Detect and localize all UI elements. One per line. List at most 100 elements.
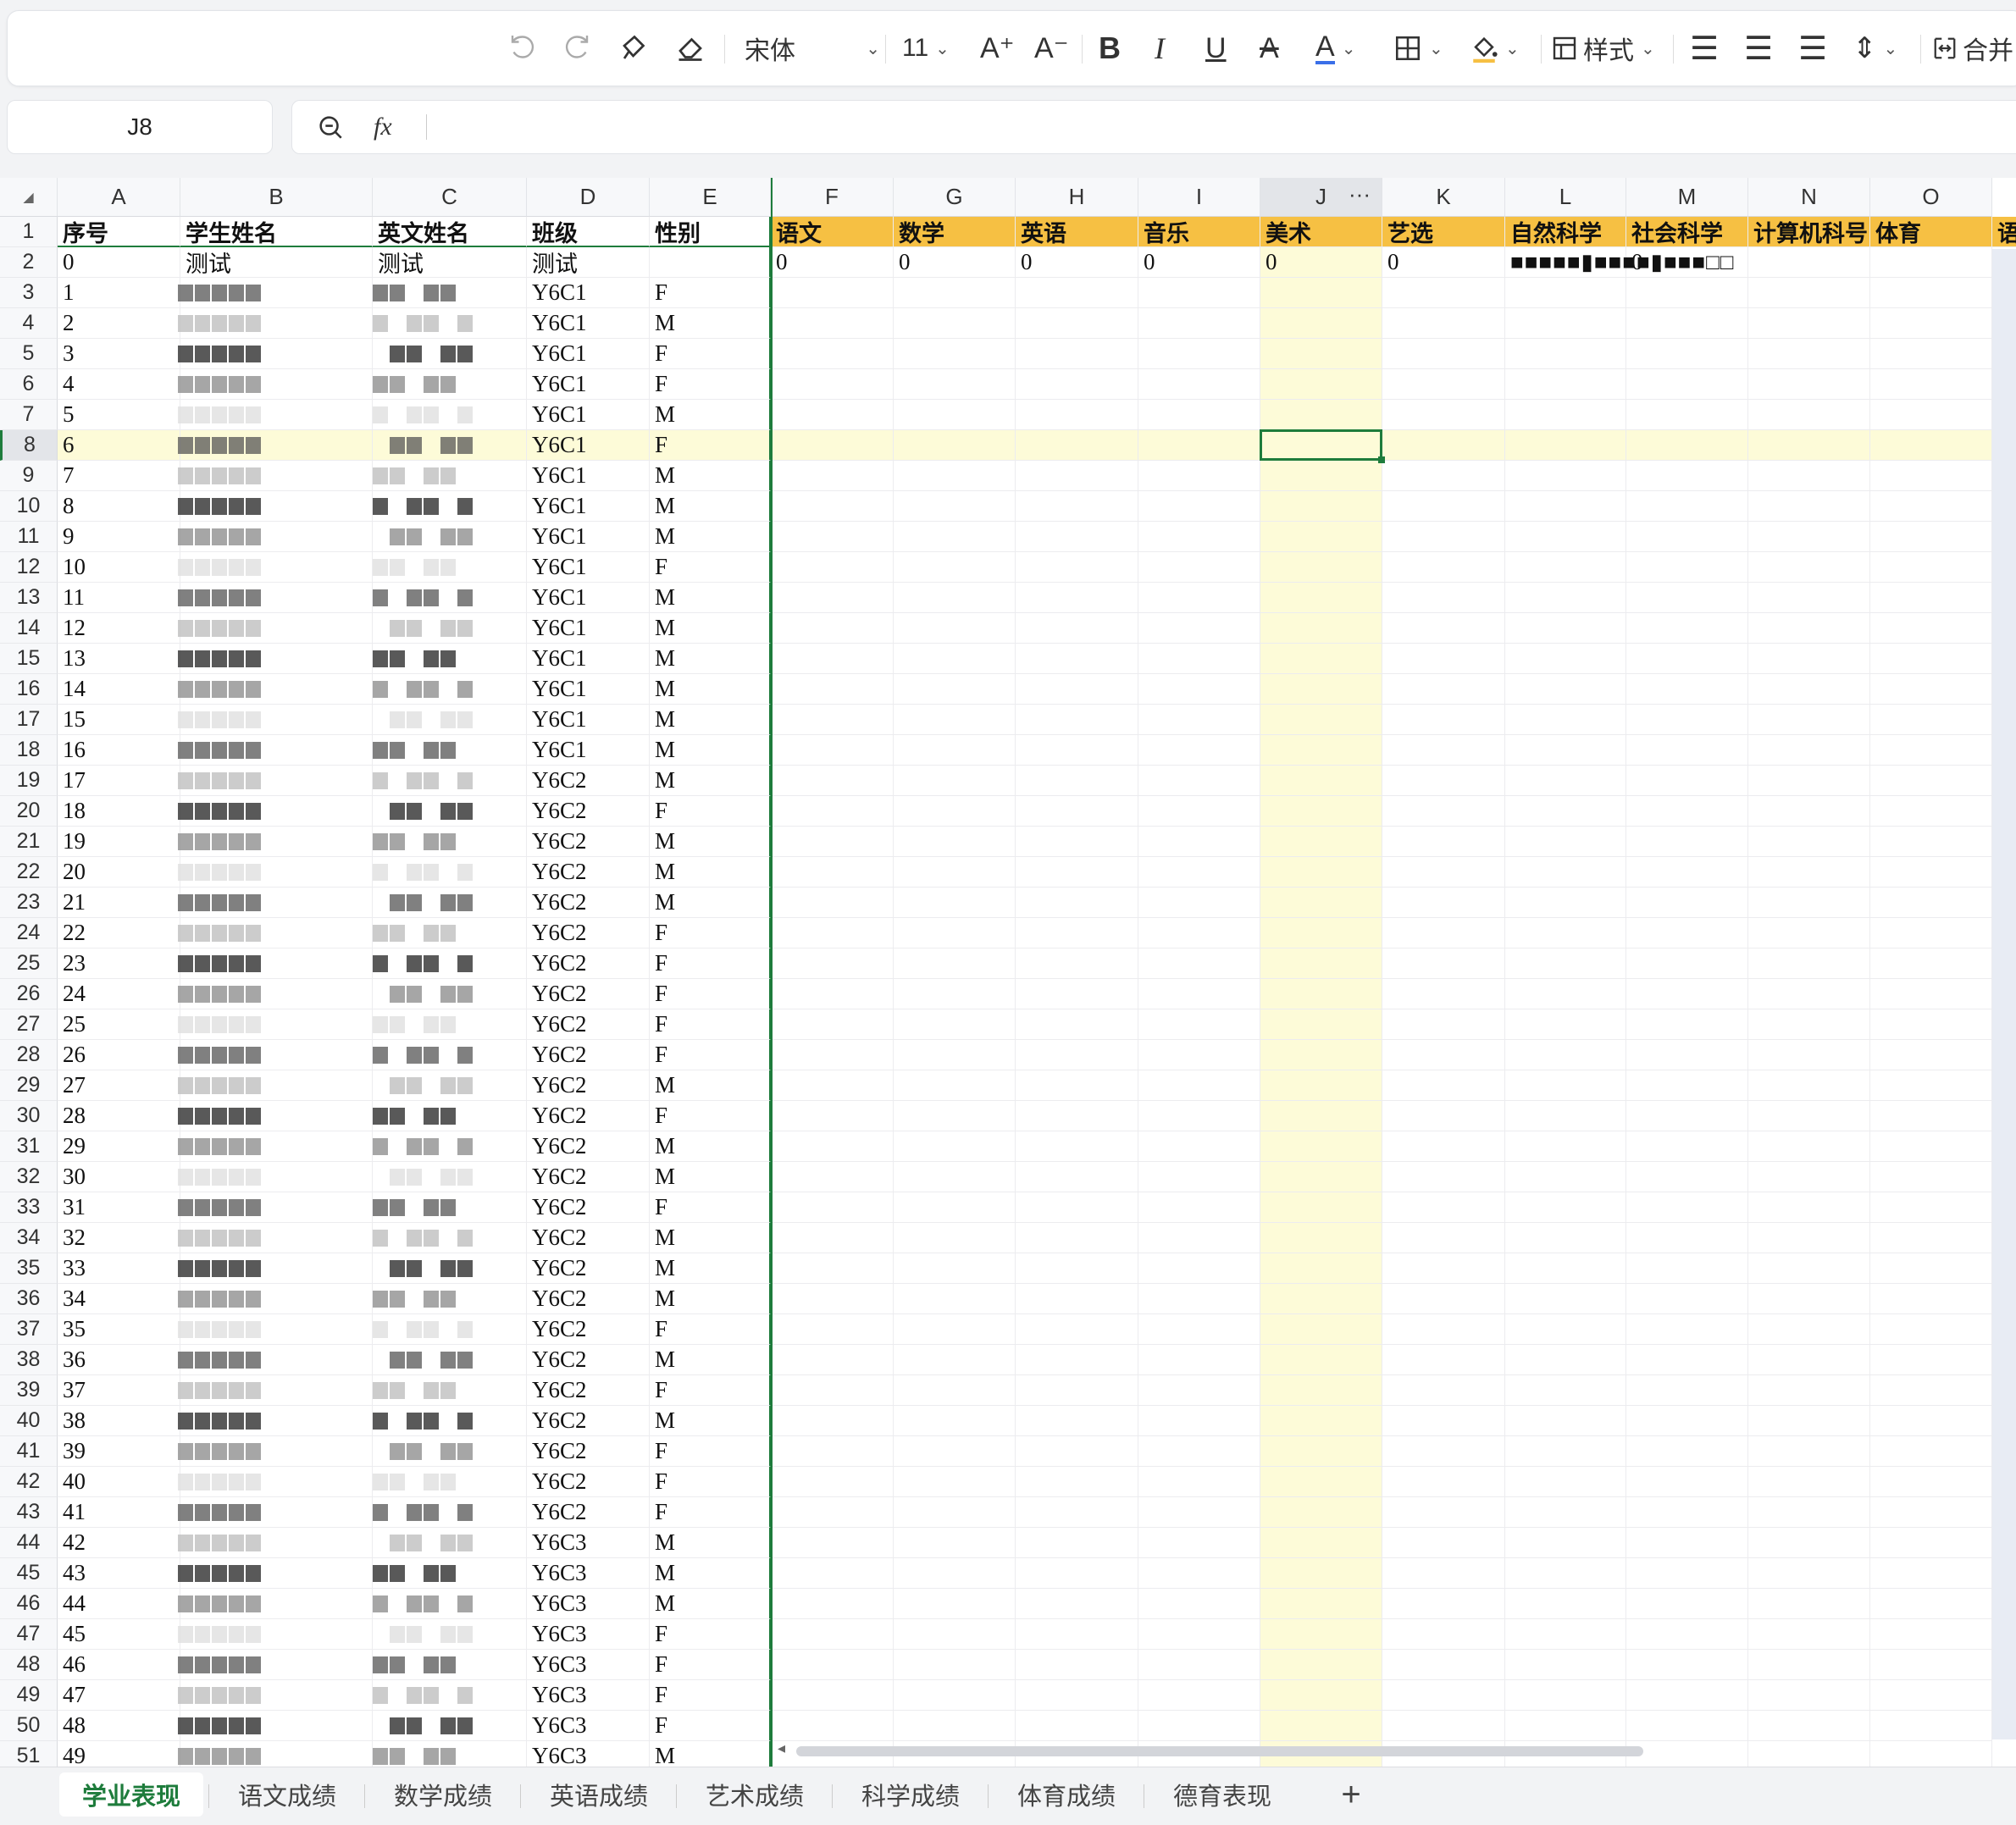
cell[interactable] bbox=[1626, 1101, 1748, 1131]
cell[interactable]: Y6C2 bbox=[527, 796, 650, 827]
cell[interactable] bbox=[1260, 1467, 1382, 1497]
cell[interactable]: Y6C2 bbox=[527, 857, 650, 888]
cell[interactable] bbox=[771, 857, 894, 888]
row-header[interactable]: 43 bbox=[0, 1497, 58, 1528]
cell[interactable] bbox=[1138, 1314, 1260, 1345]
cell[interactable] bbox=[771, 918, 894, 948]
cell[interactable] bbox=[771, 1192, 894, 1223]
cell[interactable] bbox=[1260, 1650, 1382, 1680]
cell[interactable] bbox=[1748, 339, 1870, 369]
cell[interactable] bbox=[771, 400, 894, 430]
cell[interactable] bbox=[1016, 430, 1138, 461]
cell[interactable] bbox=[1382, 1497, 1505, 1528]
cell[interactable] bbox=[1870, 1711, 1992, 1741]
cell[interactable] bbox=[1138, 1345, 1260, 1375]
cell[interactable] bbox=[1016, 948, 1138, 979]
cell[interactable] bbox=[1016, 1345, 1138, 1375]
cell[interactable] bbox=[373, 1314, 527, 1345]
cell[interactable] bbox=[1505, 1650, 1626, 1680]
cell[interactable] bbox=[1016, 552, 1138, 583]
row-header[interactable]: 7 bbox=[0, 400, 58, 430]
fill-handle[interactable] bbox=[1378, 456, 1385, 463]
cell[interactable]: 49 bbox=[58, 1741, 180, 1767]
row-header[interactable]: 47 bbox=[0, 1619, 58, 1650]
cell[interactable] bbox=[373, 308, 527, 339]
cell[interactable] bbox=[1382, 1436, 1505, 1467]
cell[interactable] bbox=[1382, 1162, 1505, 1192]
cell[interactable] bbox=[1870, 1375, 1992, 1406]
cell[interactable] bbox=[1870, 1558, 1992, 1589]
cell[interactable] bbox=[1382, 491, 1505, 522]
cell[interactable]: Y6C2 bbox=[527, 1253, 650, 1284]
cell[interactable] bbox=[894, 735, 1016, 766]
font-name-select[interactable]: 宋体 ⌄ bbox=[745, 11, 880, 86]
cell[interactable]: 37 bbox=[58, 1375, 180, 1406]
cell[interactable] bbox=[1626, 583, 1748, 613]
cell[interactable] bbox=[1260, 1436, 1382, 1467]
cell[interactable] bbox=[771, 1711, 894, 1741]
row-header[interactable]: 46 bbox=[0, 1589, 58, 1619]
cell[interactable] bbox=[1382, 1558, 1505, 1589]
cell[interactable]: F bbox=[650, 278, 771, 308]
cell[interactable] bbox=[1382, 857, 1505, 888]
cell[interactable] bbox=[1016, 1253, 1138, 1284]
cell[interactable] bbox=[771, 1101, 894, 1131]
cell[interactable]: Y6C1 bbox=[527, 400, 650, 430]
cell[interactable] bbox=[894, 308, 1016, 339]
cell[interactable]: 13 bbox=[58, 644, 180, 674]
cell[interactable] bbox=[1016, 1223, 1138, 1253]
cell[interactable] bbox=[1138, 339, 1260, 369]
cell[interactable] bbox=[771, 339, 894, 369]
cell[interactable] bbox=[1870, 1223, 1992, 1253]
cell[interactable] bbox=[1505, 796, 1626, 827]
cell[interactable]: 14 bbox=[58, 674, 180, 705]
cell[interactable] bbox=[894, 1467, 1016, 1497]
column-header-e[interactable]: E bbox=[650, 178, 771, 217]
row-header[interactable]: 33 bbox=[0, 1192, 58, 1223]
cell[interactable] bbox=[1870, 705, 1992, 735]
cell[interactable] bbox=[1260, 766, 1382, 796]
cell[interactable]: M bbox=[650, 308, 771, 339]
cell[interactable] bbox=[1505, 552, 1626, 583]
cell[interactable] bbox=[894, 339, 1016, 369]
cell[interactable] bbox=[1260, 1101, 1382, 1131]
cell[interactable]: Y6C1 bbox=[527, 430, 650, 461]
cell[interactable]: 9 bbox=[58, 522, 180, 552]
cell[interactable]: F bbox=[650, 430, 771, 461]
horizontal-scrollbar[interactable] bbox=[796, 1746, 1643, 1756]
cell[interactable] bbox=[1626, 1223, 1748, 1253]
cell[interactable] bbox=[894, 1223, 1016, 1253]
cell[interactable]: Y6C2 bbox=[527, 1070, 650, 1101]
cell[interactable]: 美术 bbox=[1260, 217, 1382, 247]
cell[interactable] bbox=[894, 1284, 1016, 1314]
row-header[interactable]: 37 bbox=[0, 1314, 58, 1345]
cell[interactable]: 22 bbox=[58, 918, 180, 948]
cell[interactable] bbox=[1626, 400, 1748, 430]
cell[interactable] bbox=[1016, 674, 1138, 705]
cell[interactable]: 学生姓名 bbox=[180, 217, 373, 247]
cell[interactable] bbox=[1626, 1497, 1748, 1528]
cell[interactable] bbox=[1870, 1314, 1992, 1345]
row-header[interactable]: 6 bbox=[0, 369, 58, 400]
cell[interactable]: 48 bbox=[58, 1711, 180, 1741]
cell[interactable]: M bbox=[650, 888, 771, 918]
cell[interactable] bbox=[1870, 1619, 1992, 1650]
cell[interactable]: ■■■■■▮■■■■▮■■■□□ bbox=[1505, 247, 1733, 278]
cell[interactable] bbox=[1626, 1284, 1748, 1314]
cell[interactable] bbox=[1382, 948, 1505, 979]
cell[interactable] bbox=[1505, 461, 1626, 491]
cell[interactable] bbox=[1138, 1711, 1260, 1741]
cell[interactable] bbox=[1505, 1223, 1626, 1253]
cell[interactable] bbox=[894, 796, 1016, 827]
row-header[interactable]: 3 bbox=[0, 278, 58, 308]
row-header[interactable]: 22 bbox=[0, 857, 58, 888]
cell[interactable] bbox=[1382, 1192, 1505, 1223]
cell[interactable] bbox=[1260, 644, 1382, 674]
cell[interactable]: M bbox=[650, 491, 771, 522]
cell[interactable]: 英文姓名 bbox=[373, 217, 527, 247]
cell[interactable] bbox=[1382, 430, 1505, 461]
cell[interactable] bbox=[1138, 1375, 1260, 1406]
cell[interactable] bbox=[771, 674, 894, 705]
row-header[interactable]: 24 bbox=[0, 918, 58, 948]
cell[interactable] bbox=[1382, 1314, 1505, 1345]
